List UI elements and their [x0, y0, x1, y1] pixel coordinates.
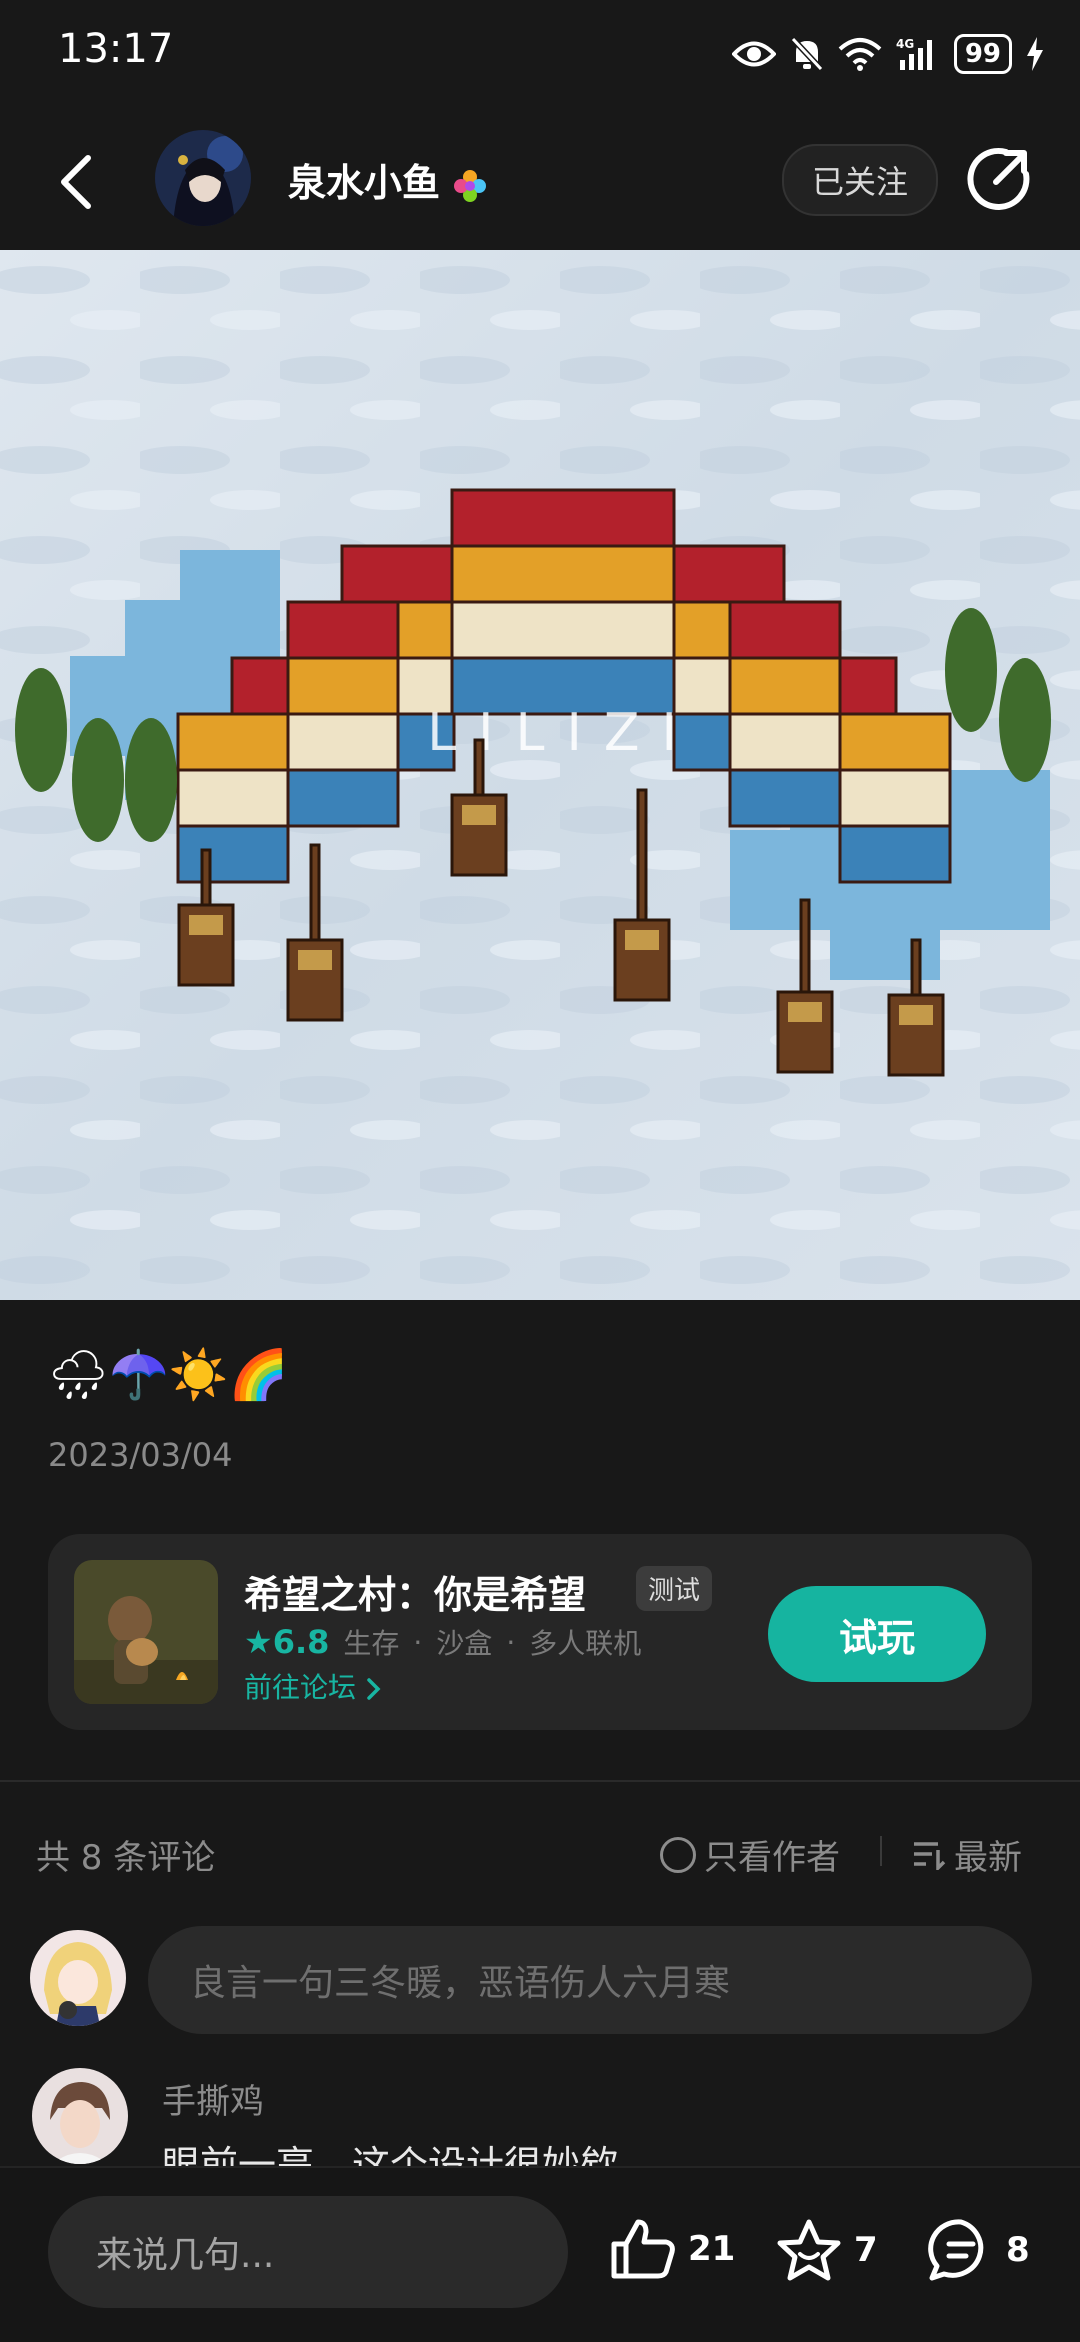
post-header: 泉水小鱼 已关注 [0, 110, 1080, 250]
game-rating-row: ★6.8 生存 · 沙盒 · 多人联机 [244, 1622, 641, 1662]
forum-link[interactable]: 前往论坛 [244, 1666, 383, 1706]
radio-icon [660, 1836, 696, 1873]
status-bar: 13:17 4G 99 [0, 0, 1080, 110]
post-image[interactable]: LILIZI [0, 250, 1080, 1300]
thumbs-up-icon [611, 2219, 675, 2279]
like-count: 21 [688, 2229, 736, 2269]
sort-newest-button[interactable]: 最新 [912, 1830, 1022, 1879]
share-icon[interactable] [966, 146, 1032, 212]
author-name[interactable]: 泉水小鱼 [288, 161, 440, 205]
back-arrow-icon[interactable] [58, 154, 94, 210]
status-time: 13:17 [58, 26, 174, 72]
game-tag: 生存 [343, 1627, 400, 1660]
like-button[interactable]: 21 [610, 2218, 735, 2280]
quick-comment-input[interactable]: 来说几句... [48, 2196, 568, 2308]
bottom-action-bar: 来说几句... 21 7 8 [0, 2166, 1080, 2342]
eye-icon [731, 41, 776, 67]
favorite-button[interactable]: 7 [776, 2218, 878, 2282]
star-icon: ★ [244, 1623, 273, 1661]
chevron-right-icon [367, 1678, 381, 1700]
comment-bubble-icon [928, 2219, 984, 2281]
sort-label: 最新 [954, 1838, 1022, 1878]
rating-value: 6.8 [272, 1623, 330, 1661]
commenter-avatar[interactable] [32, 2068, 128, 2164]
battery-indicator: 99 [953, 34, 1012, 74]
sort-icon [914, 1841, 946, 1870]
author-only-label: 只看作者 [704, 1838, 840, 1878]
game-tag: 多人联机 [529, 1627, 642, 1660]
test-badge: 测试 [636, 1566, 713, 1611]
author-name-row: 泉水小鱼 [288, 152, 487, 207]
comment-count: 共 8 条评论 [36, 1838, 216, 1878]
comments-button[interactable]: 8 [928, 2218, 1030, 2282]
game-title[interactable]: 希望之村：你是希望 [244, 1564, 586, 1619]
forum-link-label: 前往论坛 [244, 1671, 357, 1704]
game-tag: 沙盒 [436, 1627, 493, 1660]
star-outline-icon [777, 2219, 841, 2281]
post-date: 2023/03/04 [48, 1436, 233, 1474]
favorite-count: 7 [854, 2230, 878, 2270]
tag-separator: · [506, 1625, 516, 1659]
author-avatar[interactable] [155, 130, 251, 226]
commenter-name[interactable]: 手撕鸡 [162, 2074, 264, 2123]
try-play-button[interactable]: 试玩 [768, 1586, 986, 1682]
filter-separator [880, 1836, 882, 1866]
game-rating: ★6.8 [244, 1623, 329, 1661]
my-avatar [30, 1930, 126, 2026]
status-icons: 4G 99 [731, 26, 1044, 82]
tag-separator: · [413, 1625, 423, 1659]
flower-badge-icon [454, 169, 487, 202]
comment-input[interactable]: 良言一句三冬暖，恶语伤人六月寒 [148, 1926, 1032, 2034]
signal-4g-icon: 4G [896, 37, 932, 70]
game-card[interactable]: 希望之村：你是希望 测试 ★6.8 生存 · 沙盒 · 多人联机 前往论坛 试玩 [48, 1534, 1032, 1730]
follow-button[interactable]: 已关注 [782, 144, 938, 216]
svg-text:4G: 4G [896, 37, 914, 51]
post-caption: 🌧☂️☀️🌈 [48, 1347, 289, 1403]
author-only-filter[interactable]: 只看作者 [660, 1830, 840, 1879]
charging-icon [1027, 37, 1043, 71]
bell-muted-icon [790, 36, 824, 72]
section-divider [0, 1780, 1080, 1782]
comment-count-badge: 8 [1006, 2230, 1030, 2270]
game-icon[interactable] [74, 1560, 218, 1704]
wifi-icon [838, 38, 882, 71]
image-watermark: LILIZI [427, 703, 699, 763]
